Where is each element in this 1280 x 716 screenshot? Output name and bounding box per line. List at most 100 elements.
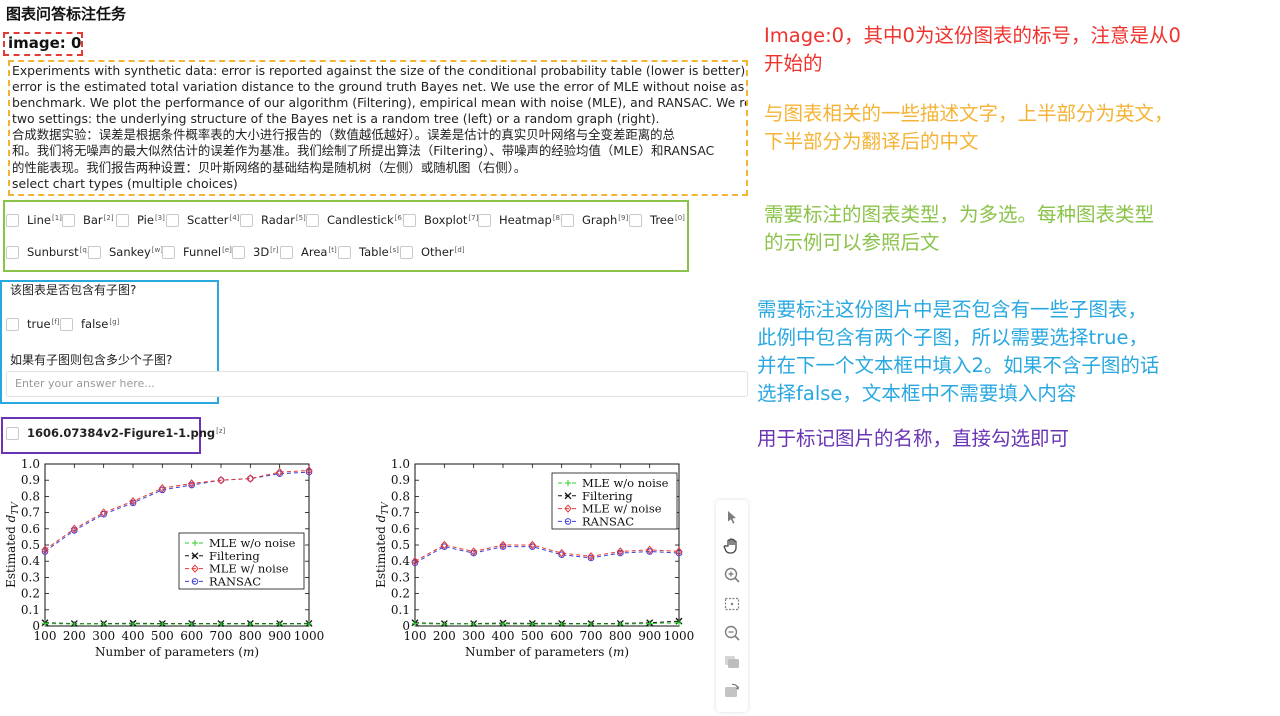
x-tick-label: 700 — [210, 629, 233, 643]
description-line: benchmark. We plot the performance of ou… — [12, 95, 746, 111]
annotation-chart-types: 需要标注的图表类型，为多选。每种图表类型 的示例可以参照后文 — [764, 201, 1154, 257]
fit-screen-icon[interactable] — [720, 593, 744, 615]
hand-icon[interactable] — [720, 535, 744, 557]
checkbox[interactable] — [629, 213, 642, 227]
y-tick-label: 1.0 — [21, 457, 40, 471]
x-tick-label: 800 — [239, 629, 262, 643]
chart-type-option-graph[interactable]: Graph [9] — [561, 213, 628, 227]
zoom-out-icon[interactable] — [720, 622, 744, 644]
description-line: 和。我们将无噪声的最大似然估计的误差作为基准。我们绘制了所提出算法（Filter… — [12, 143, 715, 159]
image-label: image: 0 — [8, 34, 82, 52]
x-tick-label: 700 — [580, 629, 603, 643]
annotation-line: 并在下一个文本框中填入2。如果不含子图的话 — [757, 354, 1160, 377]
series-mle-w-noise — [411, 540, 683, 566]
series-line — [414, 544, 680, 562]
y-tick-label: 0.7 — [21, 506, 40, 520]
y-tick-label: 0.8 — [21, 489, 40, 503]
filename-option[interactable]: 1606.07384v2-Figure1-1.png [z] — [6, 426, 225, 440]
y-tick-label: 0.9 — [21, 473, 40, 487]
option-label: Sunburst — [27, 245, 79, 259]
rotate-icon[interactable] — [720, 680, 744, 702]
chart-type-option-funnel[interactable]: Funnel [e] — [162, 245, 232, 259]
checkbox[interactable] — [338, 245, 351, 259]
hotkey: [r] — [270, 246, 279, 254]
y-tick-label: 0.1 — [391, 603, 410, 617]
checkbox[interactable] — [6, 213, 19, 227]
checkbox[interactable] — [6, 426, 19, 440]
legend-label: RANSAC — [582, 514, 634, 528]
x-tick-label: 500 — [521, 629, 544, 643]
legend: MLE w/o noiseFilteringMLE w/ noiseRANSAC — [178, 532, 305, 590]
chart-type-prompt: select chart types (multiple choices) — [12, 175, 238, 191]
x-axis-label: Number of parameters (m) — [465, 645, 629, 659]
chart-left-tree: 00.10.20.30.40.50.60.70.80.91.0100 200 300… — [4, 457, 324, 659]
checkbox[interactable] — [280, 245, 293, 259]
chart-type-option-table[interactable]: Table [s] — [338, 245, 399, 259]
hotkey: [1] — [51, 214, 62, 222]
checkbox[interactable] — [6, 317, 19, 331]
checkbox[interactable] — [166, 213, 179, 227]
subplot-question: 该图表是否包含有子图? — [10, 283, 137, 297]
y-tick-label: 0.5 — [21, 538, 40, 552]
chart-type-option-radar[interactable]: Radar [5] — [240, 213, 306, 227]
chart-type-option-other[interactable]: Other [d] — [400, 245, 465, 259]
chart-type-option-boxplot[interactable]: Boxplot [7] — [403, 213, 478, 227]
chart-right-graph: 00.10.20.30.40.50.60.70.80.91.0100 200 300… — [374, 457, 694, 659]
x-tick-label: 500 — [151, 629, 174, 643]
chart-type-option-tree[interactable]: Tree [0] — [629, 213, 685, 227]
checkbox[interactable] — [400, 245, 413, 259]
hotkey: [2] — [103, 214, 114, 222]
option-false[interactable]: false [g] — [60, 317, 119, 331]
x-tick-label: 900 — [268, 629, 291, 643]
x-tick-label: 800 — [609, 629, 632, 643]
chart-type-option-candlestick[interactable]: Candlestick [6] — [306, 213, 405, 227]
option-label: Pie — [137, 213, 154, 227]
layers-icon[interactable] — [720, 651, 744, 673]
checkbox[interactable] — [62, 213, 75, 227]
series-line — [414, 620, 680, 625]
y-tick-label: 1.0 — [391, 457, 410, 471]
checkbox[interactable] — [162, 245, 175, 259]
subplot-count-input[interactable]: Enter your answer here... — [6, 371, 748, 397]
checkbox[interactable] — [60, 317, 73, 331]
annotation-subplots: 需要标注这份图片中是否包含有一些子图表， 此例中包含有两个子图，所以需要选择tr… — [757, 296, 1159, 408]
description-line: Experiments with synthetic data: error i… — [12, 63, 746, 78]
series-filtering — [411, 617, 683, 628]
chart-type-option-scatter[interactable]: Scatter [4] — [166, 213, 239, 227]
series-line — [414, 546, 680, 564]
checkbox[interactable] — [116, 213, 129, 227]
checkbox[interactable] — [6, 245, 19, 259]
option-label: Line — [27, 213, 51, 227]
x-tick-label: 200 — [433, 629, 456, 643]
chart-type-option-pie[interactable]: Pie [3] — [116, 213, 165, 227]
chart-type-option-line[interactable]: Line [1] — [6, 213, 62, 227]
chart-type-option-area[interactable]: Area [t] — [280, 245, 337, 259]
x-tick-label: 400 — [122, 629, 145, 643]
annotation-line: 下半部分为翻译后的中文 — [764, 130, 979, 153]
checkbox[interactable] — [403, 213, 416, 227]
pointer-icon[interactable] — [720, 506, 744, 528]
y-tick-label: 0.3 — [391, 570, 410, 584]
chart-type-option-3d[interactable]: 3D [r] — [232, 245, 279, 259]
y-tick-label: 0.8 — [391, 489, 410, 503]
y-tick-label: 0.7 — [391, 506, 410, 520]
chart-type-option-sunburst[interactable]: Sunburst [q] — [6, 245, 90, 259]
option-true[interactable]: true [f] — [6, 317, 60, 331]
option-label: 3D — [253, 245, 270, 259]
checkbox[interactable] — [88, 245, 101, 259]
checkbox[interactable] — [478, 213, 491, 227]
chart-type-option-heatmap[interactable]: Heatmap [8] — [478, 213, 563, 227]
annotation-line: 与图表相关的一些描述文字，上半部分为英文， — [764, 102, 1174, 125]
checkbox[interactable] — [240, 213, 253, 227]
checkbox[interactable] — [232, 245, 245, 259]
checkbox[interactable] — [306, 213, 319, 227]
hotkey: [e] — [222, 246, 232, 254]
filename-label: 1606.07384v2-Figure1-1.png — [27, 426, 216, 440]
hotkey: [7] — [468, 214, 479, 222]
annotation-line: 需要标注的图表类型，为多选。每种图表类型 — [764, 203, 1155, 226]
checkbox[interactable] — [561, 213, 574, 227]
y-tick-label: 0.1 — [21, 603, 40, 617]
chart-type-option-bar[interactable]: Bar [2] — [62, 213, 114, 227]
chart-type-option-sankey[interactable]: Sankey [w] — [88, 245, 163, 259]
zoom-in-icon[interactable] — [720, 564, 744, 586]
